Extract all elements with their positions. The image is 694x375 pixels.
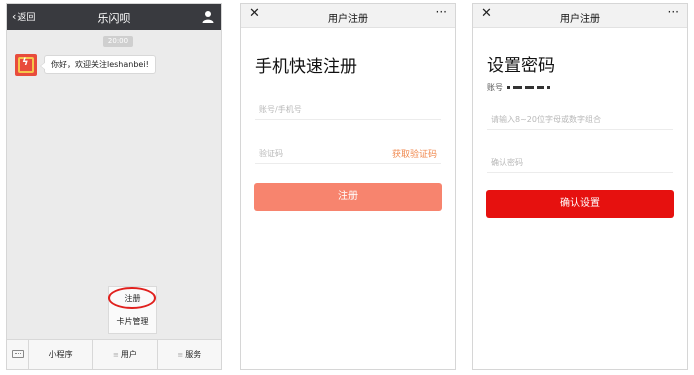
screenshot-page: ‹ 返回 乐闪呗 20:00 ϟ 你好，欢迎关注leshanbei! 注册 卡片…: [0, 0, 694, 375]
code-placeholder: 验证码: [259, 149, 283, 158]
menu-service-label: 服务: [185, 350, 202, 359]
password-heading: 设置密码: [487, 56, 555, 76]
menu-dot-icon: ≡: [177, 351, 184, 359]
account-row: 账号: [487, 82, 550, 93]
account-placeholder: 账号/手机号: [259, 105, 302, 114]
account-input[interactable]: 账号/手机号: [255, 96, 441, 120]
chat-screen: ‹ 返回 乐闪呗 20:00 ϟ 你好，欢迎关注leshanbei! 注册 卡片…: [6, 3, 222, 370]
menu-user[interactable]: ≡ 用户: [93, 340, 158, 369]
confirm-setting-button[interactable]: 确认设置: [486, 190, 674, 218]
menu-user-label: 用户: [120, 350, 137, 359]
register-title: 用户注册: [328, 14, 368, 25]
welcome-message-bubble: 你好，欢迎关注leshanbei!: [40, 55, 156, 74]
menu-miniprogram[interactable]: 小程序: [29, 340, 94, 369]
account-label: 账号: [487, 83, 503, 92]
register-button[interactable]: 注册: [254, 183, 442, 211]
password-input[interactable]: 请输入8~20位字母或数字组合: [487, 106, 673, 130]
masked-account: [507, 86, 550, 89]
keyboard-icon: [12, 350, 24, 358]
message-timestamp: 20:00: [103, 36, 133, 47]
register-header: ✕ 用户注册 ···: [241, 4, 455, 28]
menu-service[interactable]: ≡ 服务: [158, 340, 221, 369]
password-placeholder: 请输入8~20位字母或数字组合: [491, 115, 601, 124]
menu-miniprogram-label: 小程序: [48, 350, 73, 359]
chat-bottom-menu: 小程序 ≡ 用户 ≡ 服务: [7, 339, 221, 369]
chat-title: 乐闪呗: [97, 12, 131, 25]
highlight-oval: [108, 287, 156, 309]
keyboard-toggle[interactable]: [7, 340, 29, 369]
leshanbei-logo: ϟ: [15, 54, 37, 76]
register-heading: 手机快速注册: [255, 57, 357, 77]
chat-header: ‹ 返回 乐闪呗: [7, 4, 221, 30]
password-title: 用户注册: [560, 14, 600, 25]
more-icon[interactable]: ···: [436, 6, 447, 18]
confirm-placeholder: 确认密码: [491, 158, 523, 167]
user-icon[interactable]: [202, 10, 214, 23]
register-screen: ✕ 用户注册 ··· 手机快速注册 账号/手机号 验证码 获取验证码 注册: [240, 3, 456, 370]
more-icon[interactable]: ···: [668, 6, 679, 18]
menu-dot-icon: ≡: [113, 351, 119, 359]
verification-code-input[interactable]: 验证码 获取验证码: [255, 140, 441, 164]
set-password-screen: ✕ 用户注册 ··· 设置密码 账号 请输入8~20位字母或数字组合 确认密码 …: [472, 3, 688, 370]
confirm-password-input[interactable]: 确认密码: [487, 149, 673, 173]
password-header: ✕ 用户注册 ···: [473, 4, 687, 28]
get-code-button[interactable]: 获取验证码: [392, 147, 437, 160]
menu-item-card-management[interactable]: 卡片管理: [109, 316, 156, 327]
